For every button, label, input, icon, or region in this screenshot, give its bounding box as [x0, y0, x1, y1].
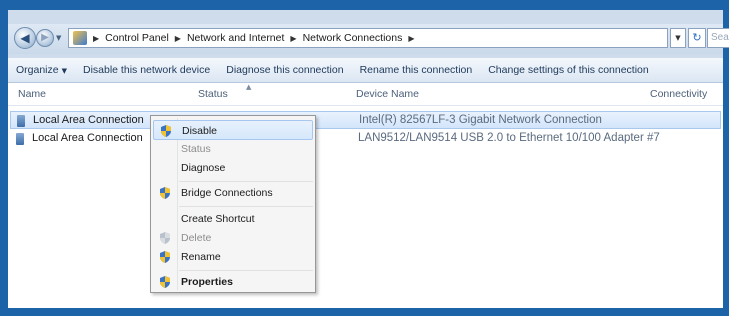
breadcrumb-separator-icon[interactable]: ▶ — [290, 34, 296, 43]
connection-name: Local Area Connection — [32, 132, 143, 144]
menu-item-properties[interactable]: Properties — [153, 272, 313, 292]
command-bar: Organize ▼ Disable this network device Di… — [8, 58, 723, 83]
address-dropdown-chevron-down-icon[interactable]: ▼ — [670, 28, 686, 48]
menu-separator — [179, 206, 313, 207]
back-button[interactable]: ◀ — [14, 27, 36, 49]
connections-list: Name Status ▲ Device Name Connectivity L… — [8, 83, 723, 308]
network-adapter-icon — [17, 115, 25, 127]
menu-separator — [179, 270, 313, 271]
address-bar: ◀ ▶ ▼ ▶ Control Panel ▶ Network and Inte… — [8, 24, 729, 54]
column-header-name[interactable]: Name — [18, 88, 46, 100]
search-input[interactable]: Search — [707, 28, 729, 48]
breadcrumb[interactable]: ▶ Control Panel ▶ Network and Internet ▶… — [68, 28, 668, 48]
menu-item-label: Create Shortcut — [181, 213, 255, 225]
control-panel-icon — [73, 31, 87, 45]
table-row[interactable]: Local Area Connection LAN9512/LAN9514 US… — [10, 130, 721, 148]
menu-item-diagnose[interactable]: Diagnose — [153, 158, 313, 178]
chevron-down-icon: ▼ — [61, 67, 67, 75]
column-header-status[interactable]: Status — [198, 88, 228, 100]
menu-item-bridge-connections[interactable]: Bridge Connections — [153, 183, 313, 203]
shield-icon — [160, 232, 170, 244]
device-name: LAN9512/LAN9514 USB 2.0 to Ethernet 10/1… — [358, 132, 660, 144]
menu-item-create-shortcut[interactable]: Create Shortcut — [153, 209, 313, 229]
shield-icon — [161, 125, 171, 137]
connection-name: Local Area Connection — [33, 114, 144, 126]
context-menu: Disable Status Diagnose Bridge Connectio… — [150, 115, 316, 293]
menu-item-label: Status — [181, 143, 211, 155]
breadcrumb-network-and-internet[interactable]: Network and Internet — [187, 32, 284, 44]
menu-item-label: Properties — [181, 276, 233, 288]
breadcrumb-control-panel[interactable]: Control Panel — [105, 32, 169, 44]
table-row[interactable]: Local Area Connection Intel(R) 82567LF-3… — [10, 111, 721, 129]
refresh-icon[interactable]: ↻ — [688, 28, 706, 48]
column-headers: Name Status ▲ Device Name Connectivity — [8, 83, 723, 106]
menu-item-disable[interactable]: Disable — [153, 120, 313, 140]
shield-icon — [160, 251, 170, 263]
menu-item-label: Bridge Connections — [181, 187, 273, 199]
breadcrumb-separator-icon[interactable]: ▶ — [93, 34, 99, 43]
menu-item-delete: Delete — [153, 228, 313, 248]
shield-icon — [160, 276, 170, 288]
column-header-connectivity[interactable]: Connectivity — [650, 88, 707, 100]
diagnose-connection-button[interactable]: Diagnose this connection — [218, 64, 351, 76]
menu-item-label: Diagnose — [181, 162, 226, 174]
menu-item-label: Rename — [181, 251, 221, 263]
rename-connection-button[interactable]: Rename this connection — [352, 64, 481, 76]
organize-label: Organize — [16, 64, 59, 76]
disable-device-button[interactable]: Disable this network device — [75, 64, 218, 76]
menu-separator — [179, 181, 313, 182]
breadcrumb-separator-icon[interactable]: ▶ — [408, 34, 414, 43]
forward-button[interactable]: ▶ — [36, 29, 54, 47]
recent-pages-chevron-down-icon[interactable]: ▼ — [56, 34, 61, 42]
sort-arrow-icon: ▲ — [246, 83, 252, 91]
device-name: Intel(R) 82567LF-3 Gigabit Network Conne… — [359, 114, 602, 126]
menu-item-rename[interactable]: Rename — [153, 247, 313, 267]
menu-item-label: Delete — [181, 232, 212, 244]
menu-item-label: Disable — [182, 125, 218, 137]
breadcrumb-network-connections[interactable]: Network Connections — [303, 32, 403, 44]
breadcrumb-separator-icon[interactable]: ▶ — [175, 34, 181, 43]
network-adapter-icon — [16, 133, 24, 145]
column-header-device-name[interactable]: Device Name — [356, 88, 419, 100]
change-settings-button[interactable]: Change settings of this connection — [480, 64, 657, 76]
organize-button[interactable]: Organize ▼ — [8, 64, 75, 76]
menu-item-status: Status — [153, 139, 313, 159]
shield-icon — [160, 187, 170, 199]
